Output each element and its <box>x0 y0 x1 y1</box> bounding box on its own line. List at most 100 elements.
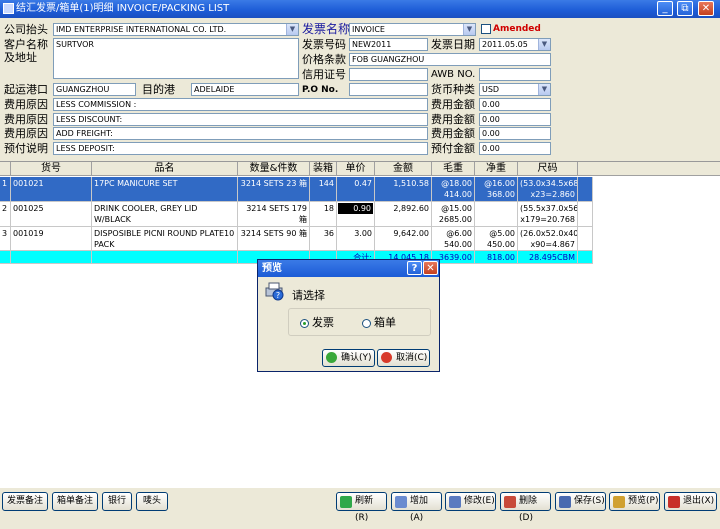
cell-qty[interactable]: 3214 SETS 90 箱 <box>238 227 310 251</box>
cell-amount[interactable]: 9,642.00 <box>375 227 432 251</box>
cell-price-editing[interactable]: 0.90 <box>338 203 373 214</box>
cell-net[interactable]: @5.00 450.00 <box>475 227 518 251</box>
edit-button[interactable]: 修改(E) <box>445 492 496 511</box>
minimize-button[interactable]: _ <box>657 1 673 16</box>
cell-net[interactable]: @16.00 368.00 <box>475 177 518 202</box>
cell-size[interactable]: (53.0x34.5x68. x23=2.860 <box>518 177 578 202</box>
table-row[interactable]: 1 001021 17PC MANICURE SET 3214 SETS 23 … <box>0 177 720 202</box>
table-row[interactable]: 3 001019 DISPOSIBLE PICNI ROUND PLATE10 … <box>0 227 720 251</box>
cell-size[interactable]: (26.0x52.0x40. x90=4.867 <box>518 227 578 251</box>
cell-amount[interactable]: 1,510.58 <box>375 177 432 202</box>
currency-select[interactable]: USD ▼ <box>479 83 551 96</box>
refresh-button[interactable]: 刷新(R) <box>336 492 387 523</box>
cell-qty[interactable]: 3214 SETS 23 箱 <box>238 177 310 202</box>
chevron-down-icon[interactable]: ▼ <box>463 24 475 35</box>
table-row[interactable]: 2 001025 DRINK COOLER, GREY LID W/BLACK … <box>0 202 720 227</box>
grid-header-filler <box>578 162 720 176</box>
cell-box[interactable]: 36 <box>310 227 337 251</box>
grid-header-amount[interactable]: 金额 <box>375 162 432 176</box>
amended-checkbox[interactable] <box>481 24 491 34</box>
exit-button[interactable]: 退出(X) <box>664 492 717 511</box>
packing-notes-button[interactable]: 箱单备注 <box>52 492 98 511</box>
fee-amount-field-1[interactable]: 0.00 <box>479 98 551 111</box>
fee-label-3: 费用原因 <box>4 127 48 140</box>
grid-header-size[interactable]: 尺码 <box>518 162 578 176</box>
total-cell-empty <box>0 251 11 264</box>
cell-net[interactable] <box>475 202 518 227</box>
grid-header-price[interactable]: 单价 <box>337 162 375 176</box>
cell-name[interactable]: DISPOSIBLE PICNI ROUND PLATE10 PACK <box>92 227 238 251</box>
exit-icon <box>668 496 680 508</box>
company-select[interactable]: IMD ENTERPRISE INTERNATIONAL CO. LTD. ▼ <box>53 23 299 36</box>
invoice-no-field[interactable]: NEW2011 <box>349 38 428 51</box>
cell-price[interactable]: 0.47 <box>337 177 375 202</box>
save-button[interactable]: 保存(S) <box>555 492 606 511</box>
grid-header-gross[interactable]: 毛重 <box>432 162 475 176</box>
customer-address-label: 及地址 <box>4 51 37 64</box>
add-button[interactable]: 增加(A) <box>391 492 442 523</box>
dialog-close-button[interactable]: ✕ <box>423 261 438 275</box>
fee-amount-field-2[interactable]: 0.00 <box>479 113 551 126</box>
chevron-down-icon[interactable]: ▼ <box>286 24 298 35</box>
row-index: 3 <box>0 227 11 251</box>
cell-amount[interactable]: 2,892.60 <box>375 202 432 227</box>
cell-gross[interactable]: @6.00 540.00 <box>432 227 475 251</box>
cell-code[interactable]: 001019 <box>11 227 92 251</box>
cell-box[interactable]: 18 <box>310 202 337 227</box>
origin-port-field[interactable]: GUANGZHOU <box>53 83 136 96</box>
po-label: P.O No. <box>302 85 339 95</box>
maximize-button[interactable]: ⧉ <box>677 1 693 16</box>
cell-qty[interactable]: 3214 SETS 179 箱 <box>238 202 310 227</box>
invoice-no-label: 发票号码 <box>302 38 346 51</box>
bank-button[interactable]: 银行 <box>102 492 132 511</box>
cell-gross[interactable]: @18.00 414.00 <box>432 177 475 202</box>
grid-header-name[interactable]: 品名 <box>92 162 238 176</box>
po-field[interactable] <box>349 83 428 96</box>
deposit-field[interactable]: LESS DEPOSIT: <box>53 142 428 155</box>
dest-port-field[interactable]: ADELAIDE <box>191 83 299 96</box>
invoice-date-picker[interactable]: 2011.05.05 ▼ <box>479 38 551 51</box>
help-button[interactable]: ? <box>407 261 422 275</box>
fee-amount-field-3[interactable]: 0.00 <box>479 127 551 140</box>
fee-reason-field-2[interactable]: LESS DISCOUNT: <box>53 113 428 126</box>
awb-field[interactable] <box>479 68 551 81</box>
invoice-name-select[interactable]: INVOICE ▼ <box>349 23 476 36</box>
customer-textarea[interactable]: SURTVOR <box>53 38 299 79</box>
close-button[interactable]: ✕ <box>698 1 714 16</box>
ok-button[interactable]: 确认(Y) <box>322 349 375 367</box>
cell-name[interactable]: 17PC MANICURE SET <box>92 177 238 202</box>
credit-field[interactable] <box>349 68 428 81</box>
price-terms-field[interactable]: FOB GUANGZHOU <box>349 53 551 66</box>
cell-code[interactable]: 001025 <box>11 202 92 227</box>
invoice-notes-button[interactable]: 发票备注 <box>2 492 48 511</box>
cell-name[interactable]: DRINK COOLER, GREY LID W/BLACK <box>92 202 238 227</box>
amended-label: Amended <box>493 24 541 34</box>
total-cell-empty <box>92 251 238 264</box>
preview-button[interactable]: 预览(P) <box>609 492 660 511</box>
chevron-down-icon[interactable]: ▼ <box>538 84 550 95</box>
cell-extra <box>578 202 593 227</box>
cancel-button[interactable]: 取消(C) <box>377 349 430 367</box>
grid-header-qty[interactable]: 数量&件数 <box>238 162 310 176</box>
radio-invoice-label[interactable]: 发票 <box>312 316 334 330</box>
deposit-amount-field[interactable]: 0.00 <box>479 142 551 155</box>
cell-size[interactable]: (55.5x37.0x56. x179=20.768 <box>518 202 578 227</box>
cell-gross[interactable]: @15.00 2685.00 <box>432 202 475 227</box>
cell-code[interactable]: 001021 <box>11 177 92 202</box>
grid-header-box[interactable]: 装箱 <box>310 162 337 176</box>
grid-header-code[interactable]: 货号 <box>11 162 92 176</box>
chevron-down-icon[interactable]: ▼ <box>538 39 550 50</box>
shipping-marks-button[interactable]: 唛头 <box>136 492 168 511</box>
total-cell-empty <box>578 251 593 264</box>
fee-reason-field-3[interactable]: ADD FREIGHT: <box>53 127 428 140</box>
cell-price[interactable]: 3.00 <box>337 227 375 251</box>
fee-reason-field-1[interactable]: LESS COMMISSION : <box>53 98 428 111</box>
grid-header-net[interactable]: 净重 <box>475 162 518 176</box>
grid-header-index <box>0 162 11 176</box>
radio-packing[interactable] <box>362 319 371 328</box>
delete-button[interactable]: 删除(D) <box>500 492 551 523</box>
radio-invoice[interactable] <box>300 319 309 328</box>
option-group: 发票 箱单 <box>288 308 431 336</box>
cell-box[interactable]: 144 <box>310 177 337 202</box>
radio-packing-label[interactable]: 箱单 <box>374 316 396 330</box>
